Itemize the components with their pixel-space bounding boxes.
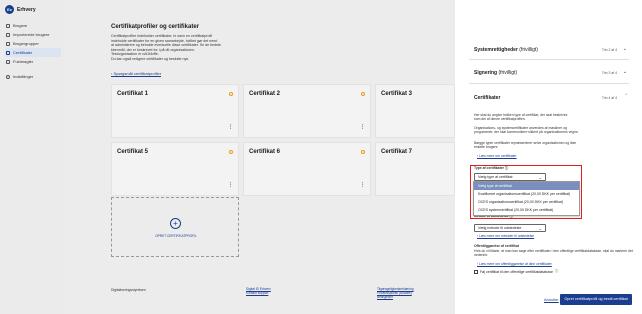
panel-text: Her skal du angive hvilken type af certi… (474, 113, 568, 122)
card-title: Certifikat 5 (117, 149, 149, 155)
app-name: Erhvery (17, 6, 36, 13)
checkbox[interactable] (474, 269, 478, 274)
sidebar-item-label: Importerede brugere (13, 32, 50, 37)
certificate-card[interactable]: Certifikat 6 ⋮ (243, 142, 371, 196)
step-indicator: Trin 2 af 4 (601, 48, 617, 52)
footer-links: Tilgængelighedserklæring Privatlivspolit… (377, 287, 414, 300)
warning-icon (229, 150, 233, 154)
issuance-method-select[interactable]: Vælg metode til udstedelse ⌄ (474, 224, 546, 232)
kebab-menu-icon[interactable]: ⋮ (360, 125, 365, 130)
sidebar-item-users[interactable]: Brugere (5, 21, 61, 30)
public-label: Offentliggørelse af certifikat (474, 244, 520, 248)
import-icon (6, 32, 10, 37)
create-profile-button[interactable]: Opret certifikatprofil og bestil certifi… (560, 294, 632, 305)
sidebar-item-settings[interactable]: Indstillinger (5, 72, 61, 81)
step-indicator: Trin 3 af 4 (601, 71, 617, 75)
highlight-box (470, 165, 582, 219)
link-text: Spørgsmål certifikatprofiler (113, 71, 162, 76)
certificate-card[interactable]: Certifikat 3 (375, 84, 455, 138)
brand[interactable]: Ez Erhvery (5, 5, 36, 14)
sidebar-item-user-groups[interactable]: Brugergrupper (5, 39, 61, 48)
card-title: Certifikat 6 (249, 149, 281, 155)
intro-paragraph-2: Du kan også redigere certifikater og bes… (111, 56, 190, 61)
sidebar-item-label: Fuldmagter (13, 59, 34, 64)
side-panel: Systemrettigheder (frivilligt) Trin 2 af… (455, 0, 642, 314)
chevron-down-icon: ⌄ (538, 226, 542, 231)
card-title: Certifikat 2 (249, 91, 281, 97)
sidebar-item-label: Brugergrupper (13, 41, 39, 46)
page-title: Certifikatprofiler og certifikater (111, 24, 200, 30)
warning-icon (229, 92, 233, 96)
users-icon (6, 23, 10, 28)
accordion-title: Signering (frivilligt) (474, 70, 518, 76)
accordion-signing[interactable]: Signering (frivilligt) Trin 3 af 4 ⌄ (469, 64, 629, 84)
panel-text: Hvis du vil tillade, at man kan søge eft… (474, 249, 633, 258)
panel-text: Bægge typer certifikater repræsenterer s… (474, 141, 577, 150)
step-indicator: Trin 4 af 4 (601, 96, 617, 100)
sidebar-item-imported-users[interactable]: Importerede brugere (5, 30, 61, 39)
power-of-attorney-icon (6, 59, 10, 64)
method-help-link[interactable]: › Læs mere om metoder til udstedelse (477, 234, 534, 238)
sidebar: Ez Erhvery Brugere Importerede brugere B… (0, 0, 64, 314)
checkbox-label: Føj certifikat til den offentlige certif… (480, 269, 553, 274)
add-profile-card[interactable]: + OPRET CERTIFIKATPROFIL (111, 197, 239, 257)
chevron-up-icon: ˆ (625, 94, 627, 100)
warning-icon (361, 150, 365, 154)
sidebar-item-label: Brugere (13, 23, 28, 28)
kebab-menu-icon[interactable]: ⋮ (360, 183, 365, 188)
gear-icon (6, 74, 10, 79)
certificate-card[interactable]: Certifikat 7 (375, 142, 455, 196)
footer-link[interactable]: Kontakt support (246, 291, 271, 295)
accordion-title: Systemrettigheder (frivilligt) (474, 47, 538, 53)
panel-text: Organisations- og systemcertifikater anv… (474, 126, 579, 135)
certificate-card[interactable]: Certifikat 2 ⋮ (243, 84, 371, 138)
help-icon[interactable]: ⓘ (555, 269, 559, 274)
footer-brand: Digitaliseringsstyrelsen (111, 288, 146, 292)
kebab-menu-icon[interactable]: ⋮ (228, 183, 233, 188)
certificates-help-link[interactable]: › Læs mere om certifikater (477, 154, 517, 158)
footer-link[interactable]: Betingelser (377, 295, 414, 299)
card-title: Certifikat 7 (381, 149, 413, 155)
logo: Ez (5, 5, 14, 14)
sidebar-item-certificates[interactable]: Certifikater (5, 48, 61, 57)
add-profile-label: OPRET CERTIFIKATPROFIL (155, 234, 197, 238)
card-title: Certifikat 3 (381, 91, 413, 97)
certificate-card[interactable]: Certifikat 5 ⋮ (111, 142, 239, 196)
sidebar-item-label: Indstillinger (13, 74, 34, 79)
plus-icon: + (170, 218, 181, 229)
public-help-link[interactable]: › Læs mere om offentliggørelse af dine c… (477, 262, 552, 266)
cancel-button[interactable]: Annuller (544, 297, 559, 302)
card-title: Certifikat 1 (117, 91, 149, 97)
footer-links: Digital ID Erhverv Kontakt support (246, 287, 271, 295)
intro-text: Certifikatprofiler indeholder certifikat… (111, 34, 221, 61)
warning-icon (361, 92, 365, 96)
accordion-system-rights[interactable]: Systemrettigheder (frivilligt) Trin 2 af… (469, 40, 629, 60)
chevron-down-icon: ⌄ (622, 69, 627, 75)
certificate-card[interactable]: Certifikat 1 ⋮ (111, 84, 239, 138)
public-database-checkbox-row[interactable]: Føj certifikat til den offentlige certif… (474, 269, 558, 274)
accordion-certificates[interactable]: Certifikater Trin 4 af 4 ˆ (469, 90, 629, 106)
chevron-down-icon: ⌄ (622, 46, 627, 52)
accordion-title: Certifikater (474, 95, 501, 101)
sidebar-item-powers-of-attorney[interactable]: Fuldmagter (5, 57, 61, 66)
sidebar-item-label: Certifikater (13, 50, 33, 55)
certificate-icon (6, 50, 10, 55)
profiles-help-link[interactable]: › Spørgsmål certifikatprofiler (111, 71, 161, 76)
kebab-menu-icon[interactable]: ⋮ (228, 125, 233, 130)
intro-paragraph: Certifikatprofiler indeholder certifikat… (111, 34, 221, 56)
group-icon (6, 41, 10, 46)
